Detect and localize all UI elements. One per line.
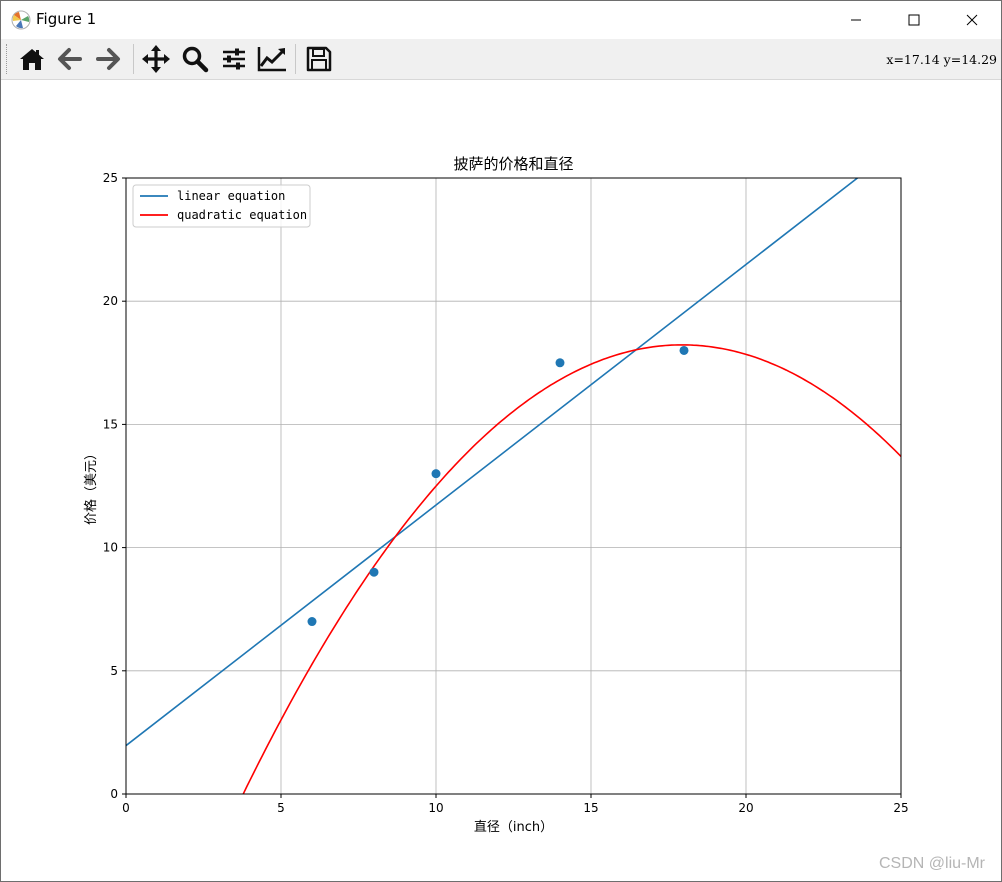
zoom-button[interactable] bbox=[178, 42, 212, 76]
data-point bbox=[555, 358, 565, 368]
data-point bbox=[431, 469, 441, 479]
minimize-icon bbox=[851, 19, 861, 21]
maximize-icon bbox=[908, 14, 920, 26]
cursor-coordinates: x=17.14 y=14.29 bbox=[886, 52, 997, 67]
save-floppy-icon bbox=[306, 46, 332, 72]
axes-frame bbox=[125, 177, 902, 795]
chart-title: 披萨的价格和直径 bbox=[453, 155, 573, 173]
legend-label: linear equation bbox=[177, 189, 285, 203]
forward-arrow-icon bbox=[96, 48, 120, 70]
pan-button[interactable] bbox=[139, 42, 173, 76]
configure-subplots-icon bbox=[223, 48, 245, 70]
figure-window: Figure 1 x=17.14 y=14.29 0 5 10 15 20 25… bbox=[0, 0, 1002, 882]
data-point bbox=[369, 567, 379, 577]
home-icon bbox=[20, 49, 44, 70]
minimize-button[interactable] bbox=[827, 1, 885, 39]
x-axis-label: 直径（inch） bbox=[474, 820, 553, 835]
data-point bbox=[307, 617, 317, 627]
figure-canvas[interactable]: 0 5 10 15 20 25 0 5 10 15 20 25 披萨的价格和直径 直径（inch） 价格（美… bbox=[1, 80, 1001, 881]
series-group bbox=[126, 178, 901, 794]
x-tick-label: 10 bbox=[428, 801, 443, 815]
title-bar: Figure 1 bbox=[1, 1, 1001, 39]
close-icon bbox=[966, 14, 978, 26]
window-title: Figure 1 bbox=[36, 10, 97, 28]
back-button[interactable] bbox=[53, 42, 87, 76]
x-tick-label: 25 bbox=[893, 801, 908, 815]
toolbar-grip[interactable] bbox=[6, 44, 10, 74]
home-button[interactable] bbox=[15, 42, 49, 76]
y-tick-label: 10 bbox=[103, 541, 118, 555]
y-axis-label: 价格（美元） bbox=[83, 447, 99, 525]
y-tick-label: 15 bbox=[103, 417, 118, 431]
navigation-toolbar: x=17.14 y=14.29 bbox=[1, 39, 1001, 80]
x-tick-label: 20 bbox=[738, 801, 753, 815]
pan-move-icon bbox=[142, 45, 170, 73]
data-point bbox=[679, 345, 689, 355]
y-tick-label: 25 bbox=[103, 171, 118, 185]
forward-button[interactable] bbox=[91, 42, 125, 76]
save-button[interactable] bbox=[302, 42, 336, 76]
y-tick-label: 0 bbox=[110, 787, 118, 801]
y-tick-label: 20 bbox=[103, 294, 118, 308]
zoom-magnifier-icon bbox=[182, 46, 209, 73]
toolbar-separator bbox=[133, 44, 134, 74]
close-button[interactable] bbox=[943, 1, 1001, 39]
series-line-linear bbox=[126, 178, 859, 747]
back-arrow-icon bbox=[58, 48, 82, 70]
matplotlib-logo-icon bbox=[11, 10, 31, 30]
y-tick-label: 5 bbox=[110, 664, 118, 678]
edit-axis-button[interactable] bbox=[255, 42, 289, 76]
chart-plot[interactable]: 0 5 10 15 20 25 0 5 10 15 20 25 披萨的价格和直径直径（inch） 价格（美… bbox=[1, 80, 1001, 881]
configure-subplots-button[interactable] bbox=[217, 42, 251, 76]
legend-label: quadratic equation bbox=[177, 208, 307, 222]
x-tick-label: 15 bbox=[583, 801, 598, 815]
maximize-button[interactable] bbox=[885, 1, 943, 39]
watermark-text: CSDN @liu-Mr bbox=[878, 855, 985, 872]
edit-axis-icon bbox=[257, 47, 286, 72]
x-tick-label: 0 bbox=[122, 801, 130, 815]
x-tick-label: 5 bbox=[277, 801, 285, 815]
toolbar-separator bbox=[295, 44, 296, 74]
